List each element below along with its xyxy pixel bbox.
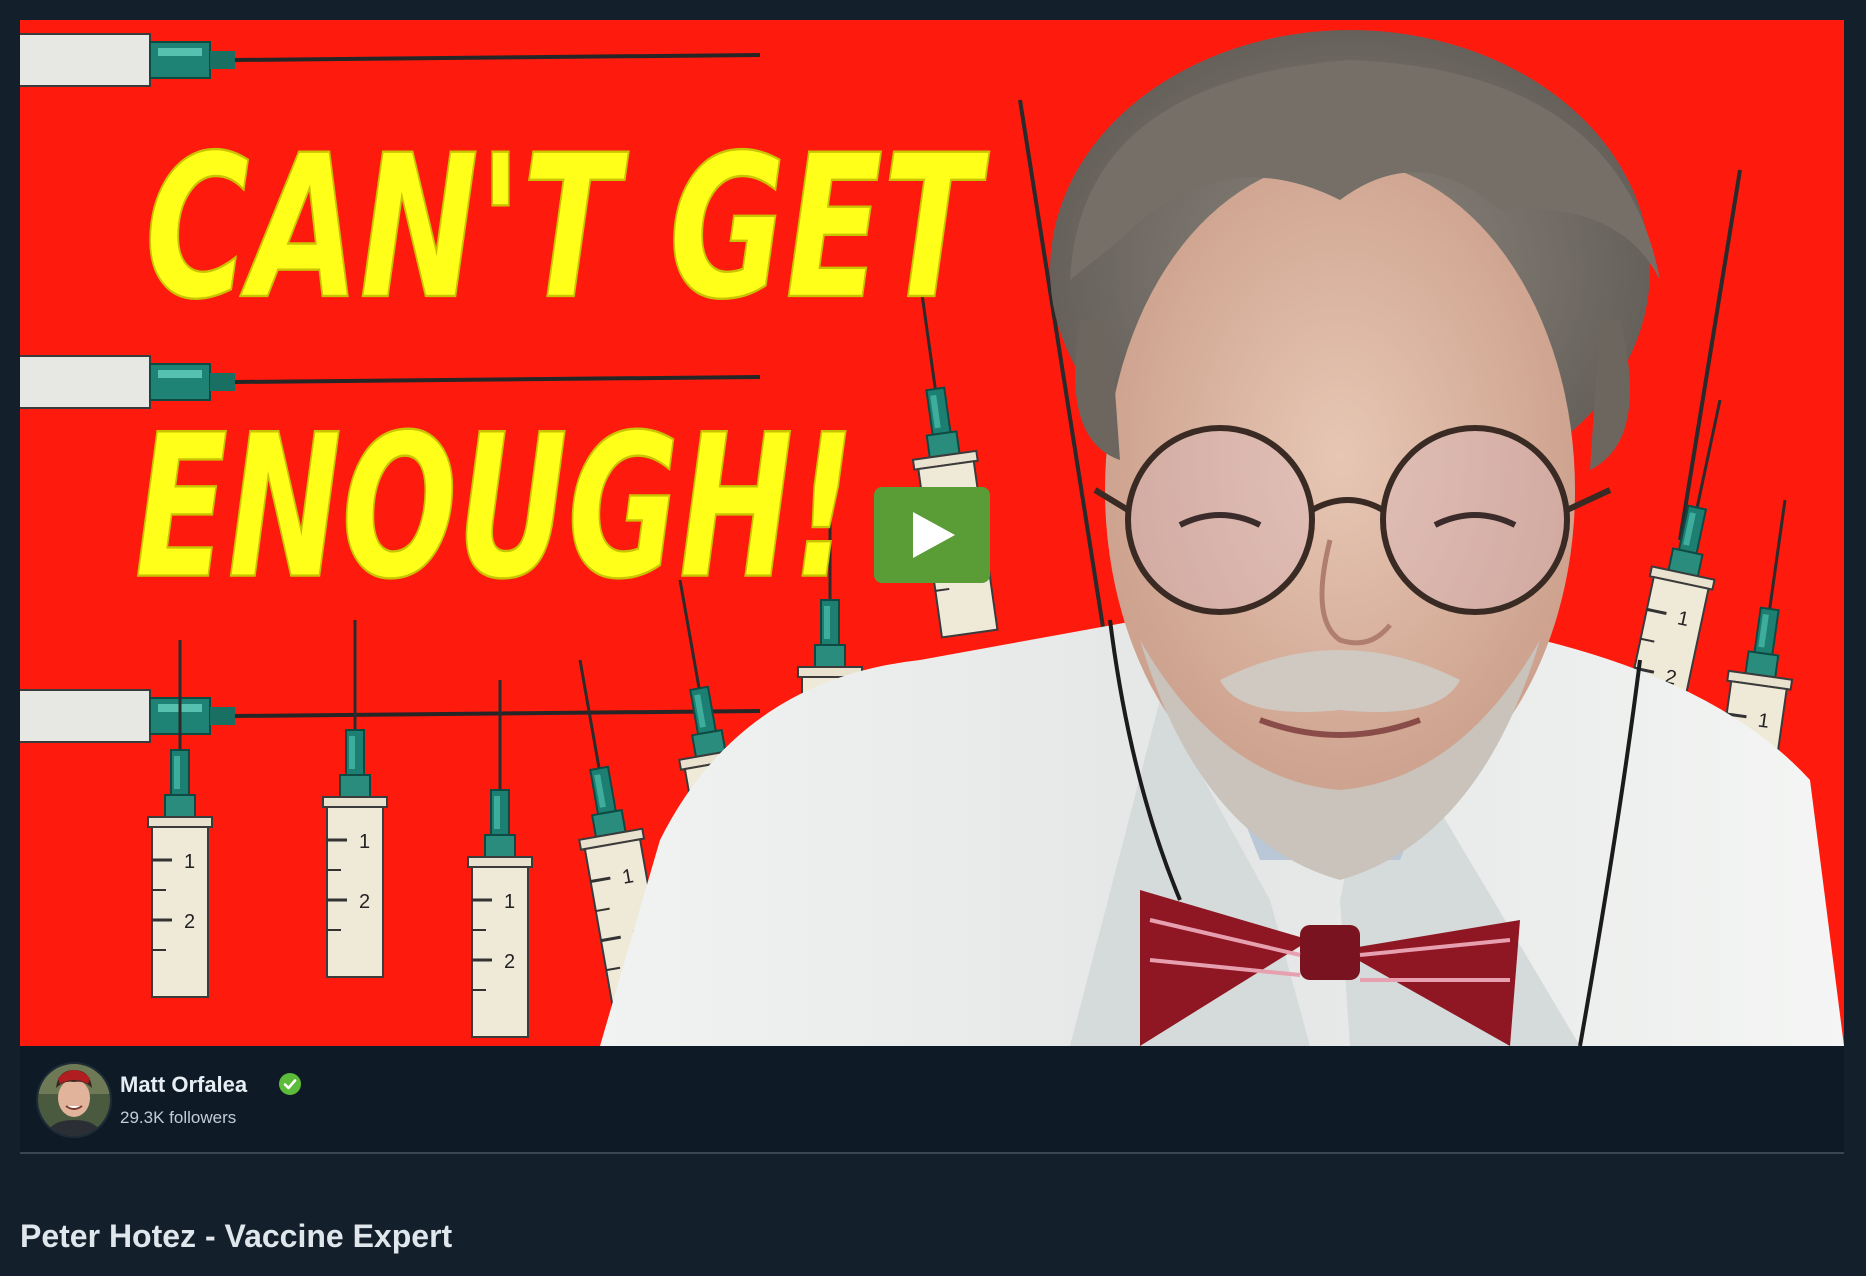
video-player[interactable]: 1 2 xyxy=(20,20,1844,1046)
page: 1 2 xyxy=(0,0,1866,1276)
verified-check-icon xyxy=(279,1073,301,1095)
follower-count: 29.3K followers xyxy=(120,1108,237,1127)
creator-avatar[interactable] xyxy=(36,1062,112,1138)
thumbnail-text-line1: CAN'T GET xyxy=(145,112,990,342)
creator-bar: Matt Orfalea 29.3K followers xyxy=(20,1046,1844,1154)
creator-name[interactable]: Matt Orfalea xyxy=(120,1072,247,1098)
play-icon xyxy=(913,512,955,558)
video-title: Peter Hotez - Vaccine Expert xyxy=(20,1218,453,1254)
play-button[interactable] xyxy=(874,487,990,583)
thumbnail-text-line2: ENOUGH! xyxy=(135,392,855,622)
